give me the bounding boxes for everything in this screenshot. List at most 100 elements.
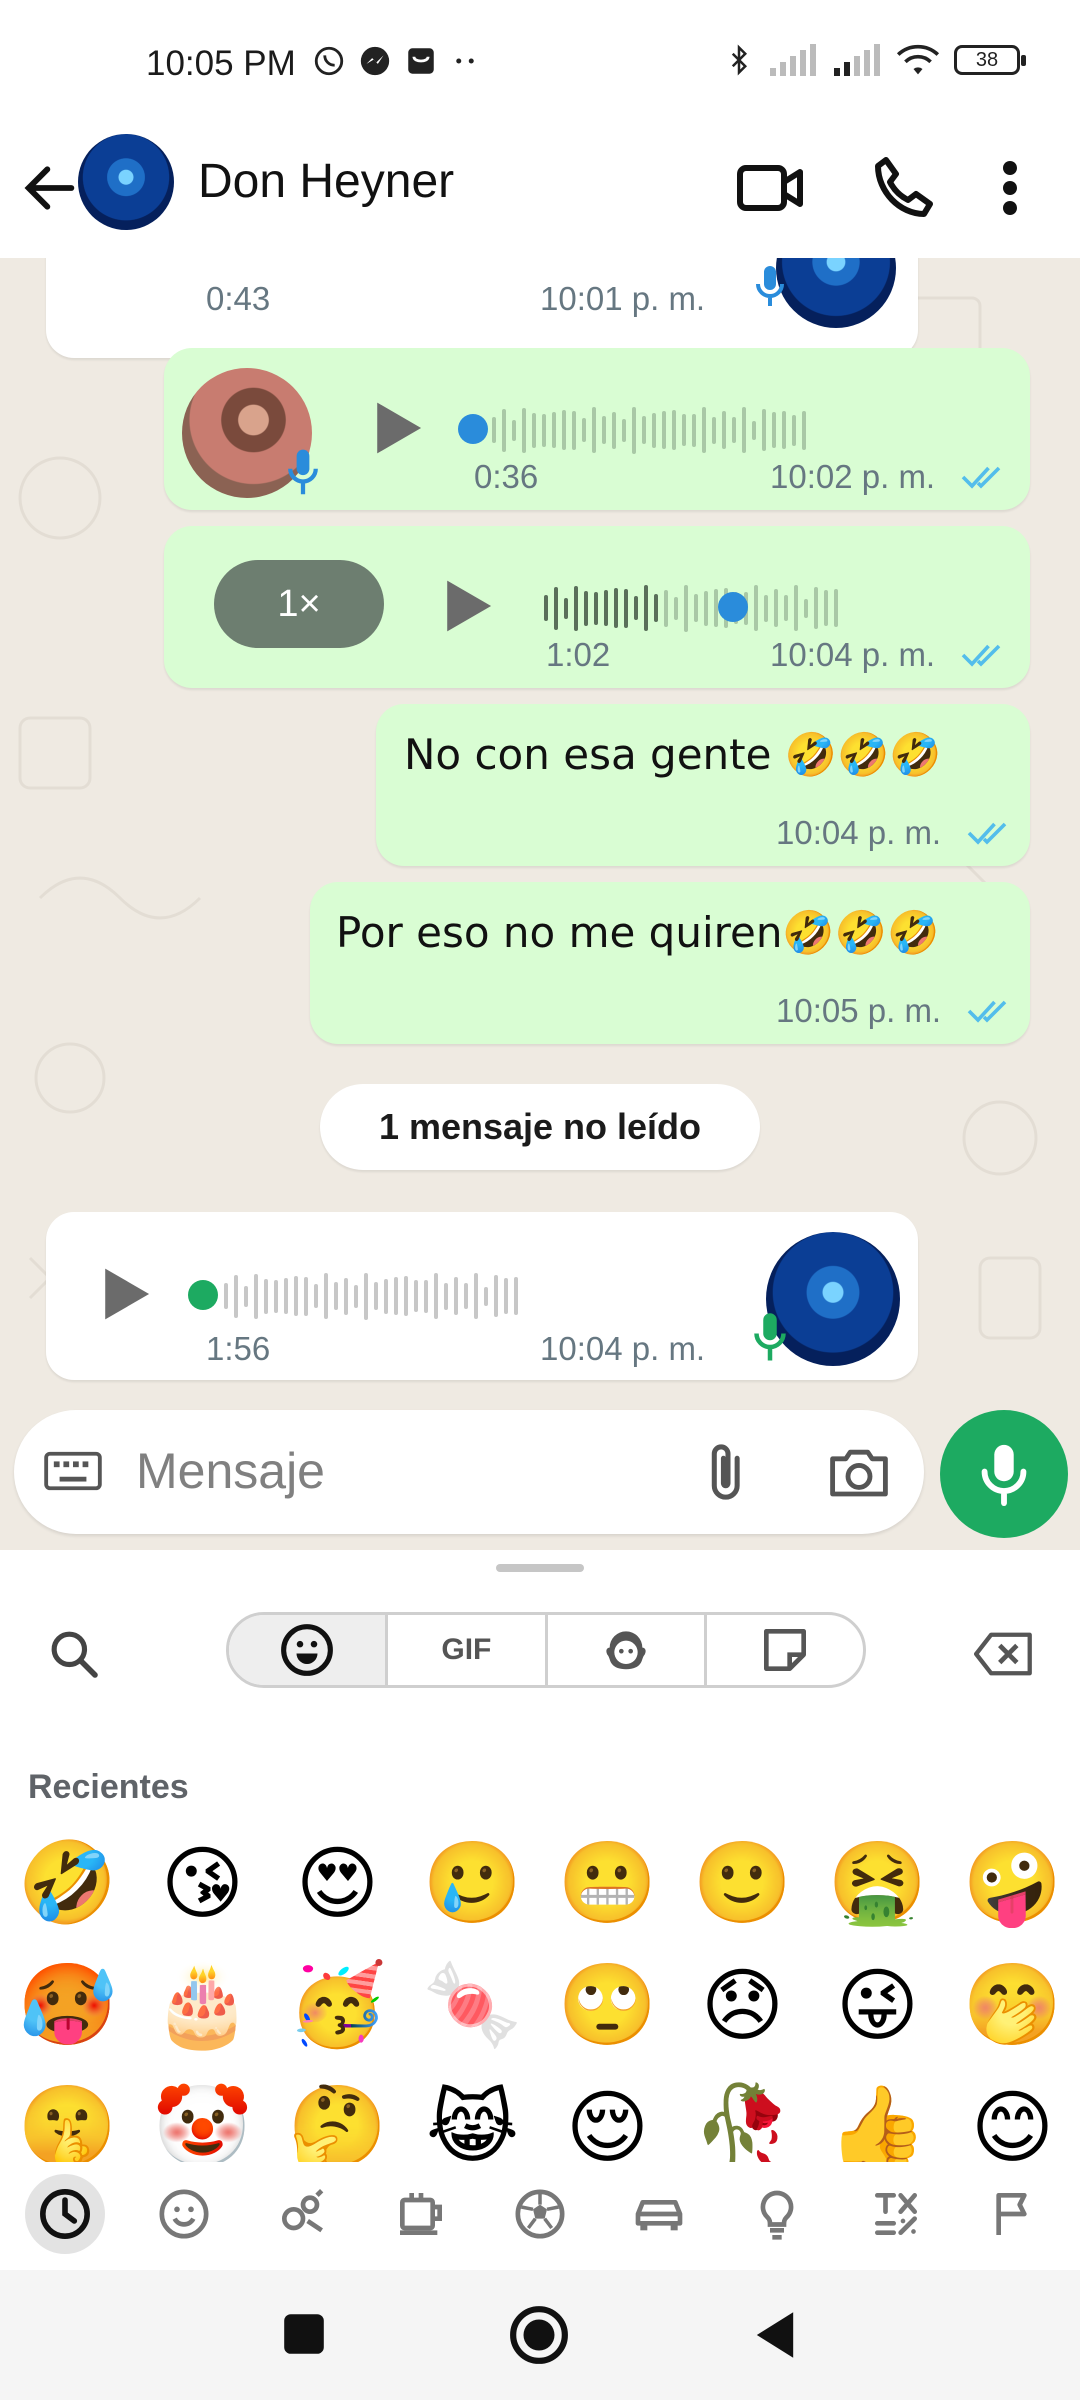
- emoji-item[interactable]: 🥳: [270, 1944, 405, 2066]
- emoji-item[interactable]: 🤮: [810, 1822, 945, 1944]
- waveform-bar: [722, 411, 726, 449]
- seek-knob[interactable]: [188, 1280, 218, 1310]
- waveform-bar: [792, 414, 796, 446]
- message-composer[interactable]: Mensaje: [14, 1410, 924, 1534]
- waveform-bar: [304, 1276, 308, 1316]
- home-icon[interactable]: [508, 2304, 570, 2366]
- search-icon[interactable]: [46, 1626, 102, 1682]
- tab-emoji[interactable]: [229, 1615, 389, 1685]
- video-call-icon[interactable]: [730, 148, 810, 228]
- waveform-bar: [254, 1273, 258, 1319]
- emoji-item[interactable]: 🙂: [675, 1822, 810, 1944]
- message-audio-incoming[interactable]: 0:43 10:01 p. m.: [46, 258, 918, 358]
- waveform[interactable]: [544, 578, 838, 638]
- emoji-item[interactable]: 🙄: [540, 1944, 675, 2066]
- emoji-item[interactable]: 😊: [945, 2066, 1080, 2163]
- audio-duration: 0:36: [474, 458, 539, 495]
- playback-speed-button[interactable]: 1×: [214, 560, 384, 648]
- message-text-outgoing[interactable]: Por eso no me quiren🤣🤣🤣 10:05 p. m.: [310, 882, 1030, 1044]
- play-icon[interactable]: [370, 398, 426, 458]
- message-time: 10:04 p. m.: [540, 1330, 706, 1367]
- emoji-item[interactable]: 😹: [405, 2066, 540, 2163]
- more-options-icon[interactable]: [980, 148, 1040, 228]
- smiley-icon: [159, 2189, 209, 2239]
- symbols-icon: [874, 2193, 917, 2235]
- category-sports[interactable]: [500, 2174, 580, 2254]
- emoji-item[interactable]: 🥀: [675, 2066, 810, 2162]
- emoji-item[interactable]: 😞: [675, 1944, 810, 2066]
- food-icon: [400, 2193, 443, 2235]
- waveform-bar: [704, 590, 708, 626]
- emoji-item[interactable]: 😌: [540, 2066, 675, 2163]
- play-icon[interactable]: [98, 1264, 154, 1324]
- attach-icon[interactable]: [700, 1440, 756, 1504]
- screen: 10:05 PM 38 Don Heyner 0:43 10:01 p. m. …: [0, 0, 1080, 2400]
- panel-drag-handle[interactable]: [496, 1564, 584, 1572]
- waveform-bar: [594, 591, 598, 625]
- waveform-bar: [374, 1282, 378, 1310]
- tab-sticker[interactable]: [707, 1615, 863, 1685]
- message-audio-incoming[interactable]: 1:56 10:04 p. m.: [46, 1212, 918, 1380]
- contact-avatar[interactable]: [78, 134, 174, 230]
- back-arrow-icon[interactable]: [18, 156, 82, 220]
- waveform-bar: [404, 1276, 408, 1316]
- category-symbols[interactable]: [856, 2174, 936, 2254]
- emoji-item[interactable]: 🎂: [135, 1944, 270, 2066]
- camera-icon[interactable]: [826, 1442, 892, 1502]
- category-travel[interactable]: [619, 2174, 699, 2254]
- category-smileys[interactable]: [144, 2174, 224, 2254]
- tab-avatar[interactable]: [548, 1615, 707, 1685]
- emoji-category-bar: [0, 2158, 1080, 2270]
- play-icon[interactable]: [440, 576, 496, 636]
- waveform-bar: [742, 407, 746, 453]
- category-recent[interactable]: [25, 2174, 106, 2254]
- backspace-icon[interactable]: [974, 1628, 1034, 1680]
- chat-area[interactable]: 0:43 10:01 p. m. 0:36 10:02 p. m. 1× 1:0…: [0, 258, 1080, 1550]
- waveform-bar: [274, 1279, 278, 1313]
- emoji-item[interactable]: 😜: [810, 1944, 945, 2066]
- waveform[interactable]: [224, 1266, 518, 1326]
- category-animals[interactable]: [263, 2174, 343, 2254]
- emoji-item[interactable]: 🤡: [135, 2066, 270, 2162]
- waveform[interactable]: [492, 400, 806, 460]
- message-audio-outgoing[interactable]: 0:36 10:02 p. m.: [164, 348, 1030, 510]
- emoji-item[interactable]: 🤫: [0, 2066, 135, 2162]
- waveform-bar: [602, 416, 606, 444]
- recent-apps-icon[interactable]: [282, 2312, 326, 2356]
- emoji-item[interactable]: 😍: [270, 1822, 405, 1944]
- message-audio-outgoing[interactable]: 1× 1:02 10:04 p. m.: [164, 526, 1030, 688]
- message-text-outgoing[interactable]: No con esa gente 🤣🤣🤣 10:04 p. m.: [376, 704, 1030, 866]
- sender-avatar: [776, 258, 896, 328]
- back-nav-icon[interactable]: [752, 2310, 798, 2360]
- message-input[interactable]: Mensaje: [136, 1442, 325, 1500]
- voice-call-icon[interactable]: [864, 148, 944, 228]
- waveform-bar: [764, 594, 768, 622]
- audio-duration: 1:56: [206, 1330, 271, 1367]
- emoji-item[interactable]: 🤪: [945, 1822, 1080, 1944]
- waveform-bar: [802, 410, 806, 450]
- voice-record-button[interactable]: [940, 1410, 1068, 1538]
- emoji-item[interactable]: 🥲: [405, 1822, 540, 1944]
- category-flags[interactable]: [975, 2174, 1055, 2254]
- waveform-bar: [344, 1277, 348, 1315]
- battery-indicator: 38: [954, 45, 1026, 75]
- seek-knob[interactable]: [458, 414, 488, 444]
- keyboard-icon[interactable]: [44, 1448, 102, 1494]
- category-objects[interactable]: [737, 2174, 817, 2254]
- contact-name[interactable]: Don Heyner: [198, 154, 454, 209]
- tab-gif[interactable]: GIF: [388, 1615, 548, 1685]
- signal-icon-2: [834, 44, 880, 76]
- emoji-item[interactable]: 🤭: [945, 1944, 1080, 2066]
- category-food[interactable]: [381, 2174, 461, 2254]
- waveform-bar: [702, 407, 706, 453]
- seek-knob[interactable]: [718, 592, 748, 622]
- emoji-item[interactable]: 😘: [135, 1822, 270, 1944]
- emoji-item[interactable]: 🍬: [405, 1944, 540, 2066]
- waveform-bar: [552, 412, 556, 448]
- emoji-item[interactable]: 🥵: [0, 1944, 135, 2066]
- mic-badge-icon: [756, 266, 784, 306]
- emoji-item[interactable]: 😬: [540, 1822, 675, 1944]
- emoji-item[interactable]: 👍: [810, 2066, 945, 2162]
- emoji-item[interactable]: 🤔: [270, 2066, 405, 2162]
- emoji-item[interactable]: 🤣: [0, 1822, 135, 1944]
